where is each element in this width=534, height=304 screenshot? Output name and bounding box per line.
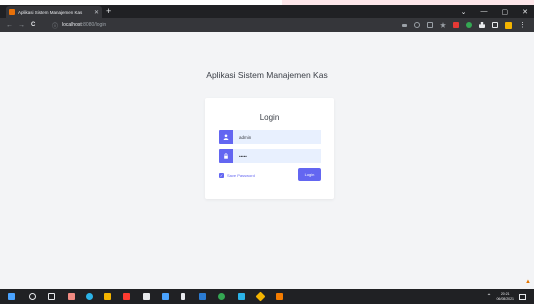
- app-icon-store[interactable]: [143, 293, 150, 300]
- remember-checkbox[interactable]: ✓: [219, 173, 224, 178]
- remember-row: ✓ Save Password: [219, 173, 255, 178]
- notification-icon[interactable]: [519, 293, 526, 300]
- site-info-icon[interactable]: ⓘ: [52, 21, 58, 30]
- browser-tab[interactable]: Aplikasi Sistem Manajemen Kas ✕: [6, 6, 102, 18]
- taskbar: ⌃ 20:21 06/08/2021: [0, 289, 534, 304]
- app-icon-diamond[interactable]: [255, 291, 266, 302]
- chrome-icon[interactable]: [218, 293, 225, 300]
- new-tab-button[interactable]: +: [106, 6, 111, 17]
- extensions-puzzle-icon[interactable]: [479, 22, 485, 28]
- app-icon-blue[interactable]: [238, 293, 245, 300]
- page-viewport: Aplikasi Sistem Manajemen Kas Login ✓ Sa…: [0, 32, 534, 289]
- user-icon: [219, 130, 233, 144]
- profile-avatar[interactable]: [505, 21, 512, 29]
- address-bar[interactable]: ⓘ localhost:8080/login: [52, 20, 412, 30]
- tab-title: Aplikasi Sistem Manajemen Kas: [18, 9, 83, 15]
- back-button[interactable]: ←: [6, 18, 13, 32]
- scroll-up-icon[interactable]: ▲: [525, 279, 531, 285]
- password-group: [219, 149, 321, 163]
- remember-label: Save Password: [227, 173, 255, 178]
- browser-titlebar: Aplikasi Sistem Manajemen Kas ✕ + ⌄ — ▢ …: [0, 5, 534, 18]
- tab-search-icon[interactable]: ⌄: [461, 8, 467, 16]
- reload-button[interactable]: C: [31, 18, 35, 32]
- vscode-icon[interactable]: [199, 293, 206, 300]
- url-host: localhost: [62, 22, 82, 28]
- favicon-icon: [9, 9, 15, 15]
- edge-icon[interactable]: [86, 293, 93, 300]
- start-icon[interactable]: [8, 293, 15, 300]
- extension-green-icon[interactable]: [466, 22, 472, 28]
- clock-date: 06/08/2021: [496, 296, 514, 301]
- app-icon-orange[interactable]: [276, 293, 283, 300]
- minimize-button[interactable]: —: [481, 8, 488, 15]
- mail-icon[interactable]: [162, 293, 169, 300]
- login-card: Login ✓ Save Password Login: [205, 98, 334, 199]
- app-icon-1[interactable]: [68, 293, 75, 300]
- app-icon-red[interactable]: [123, 293, 130, 300]
- username-input[interactable]: [233, 130, 321, 144]
- key-icon[interactable]: [402, 23, 407, 27]
- share-icon[interactable]: [427, 22, 433, 28]
- zoom-icon[interactable]: [414, 22, 420, 28]
- search-icon[interactable]: [29, 293, 36, 300]
- system-tray: ⌃ 20:21 06/08/2021: [486, 289, 526, 304]
- close-tab-icon[interactable]: ✕: [94, 9, 99, 16]
- password-input[interactable]: [233, 149, 321, 163]
- url-path: :8080/login: [81, 22, 107, 28]
- clock[interactable]: 20:21 06/08/2021: [496, 292, 514, 301]
- bookmark-star-icon[interactable]: [440, 22, 446, 28]
- lock-icon: [219, 149, 233, 163]
- extension-red-icon[interactable]: [453, 22, 459, 28]
- task-view-icon[interactable]: [48, 293, 55, 300]
- side-panel-icon[interactable]: [492, 22, 498, 28]
- window-controls: ⌄ — ▢ ✕: [461, 5, 528, 18]
- app-icon-doc[interactable]: [181, 293, 185, 300]
- username-group: [219, 130, 321, 144]
- close-window-button[interactable]: ✕: [522, 8, 528, 16]
- extension-bar: ⋮: [402, 18, 526, 32]
- menu-kebab-icon[interactable]: ⋮: [519, 21, 526, 29]
- tray-chevron-icon[interactable]: ⌃: [486, 293, 491, 300]
- app-title: Aplikasi Sistem Manajemen Kas: [206, 70, 328, 80]
- login-title: Login: [259, 113, 280, 122]
- maximize-button[interactable]: ▢: [502, 8, 509, 16]
- forward-button[interactable]: →: [18, 18, 25, 32]
- browser-toolbar: ← → C ⓘ localhost:8080/login ⋮: [0, 18, 534, 32]
- file-explorer-icon[interactable]: [104, 293, 111, 300]
- login-button[interactable]: Login: [298, 168, 321, 181]
